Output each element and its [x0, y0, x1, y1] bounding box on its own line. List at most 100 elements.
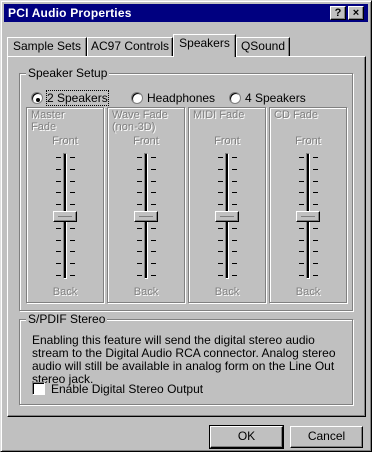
fader-tick	[137, 180, 142, 182]
fader-title-line: Master	[31, 109, 65, 121]
fader-tick	[218, 192, 223, 194]
tab-qsound[interactable]: QSound	[236, 37, 290, 57]
fader-title: Wave Fade (non-3D)	[112, 109, 168, 133]
fader-tick	[232, 227, 237, 229]
fader-tick	[232, 168, 237, 170]
fader-tick	[70, 263, 75, 265]
wave-fade-slider[interactable]	[134, 210, 158, 222]
help-button[interactable]: ?	[330, 6, 346, 20]
fader-tick	[151, 204, 156, 206]
fader-title: MIDI Fade	[193, 109, 244, 121]
spdif-label: S/PDIF Stereo	[26, 312, 108, 326]
fader-tick	[56, 251, 61, 253]
cd-fade-box: CD Fade Front Back	[269, 107, 347, 303]
fader-tick	[232, 251, 237, 253]
fader-tick	[299, 192, 304, 194]
fader-tick	[56, 263, 61, 265]
fader-tick	[299, 180, 304, 182]
fader-tick	[137, 263, 142, 265]
fader-tick	[232, 180, 237, 182]
fader-tick	[299, 227, 304, 229]
master-fade-box: Master Fade Front Back	[26, 107, 104, 303]
radio-label: 4 Speakers	[245, 91, 306, 105]
fader-tick	[313, 168, 318, 170]
midi-fade-box: MIDI Fade Front Back	[188, 107, 266, 303]
radio-circle	[31, 92, 43, 104]
fader-tick	[137, 168, 142, 170]
speaker-setup-group: Speaker Setup 2 Speakers Headphones 4 Sp…	[19, 66, 353, 311]
fader-tick	[137, 275, 142, 276]
fader-front-label: Front	[133, 135, 159, 147]
tab-ac97-controls[interactable]: AC97 Controls	[87, 37, 173, 57]
speaker-setup-label: Speaker Setup	[26, 66, 110, 80]
fader-tick	[313, 251, 318, 253]
fader-back-label: Back	[52, 286, 78, 298]
fader-tick	[56, 168, 61, 170]
cd-fade-slider[interactable]	[296, 210, 320, 222]
fader-tick	[313, 180, 318, 182]
fader-tick	[137, 239, 142, 241]
fader-tick	[151, 168, 156, 170]
wave-fade-box: Wave Fade (non-3D) Front Back	[107, 107, 185, 303]
master-fade-slider[interactable]	[53, 210, 77, 222]
spdif-description: Enabling this feature will send the digi…	[32, 333, 336, 386]
fader-tick	[137, 157, 142, 158]
fader-tick	[70, 204, 75, 206]
ok-button[interactable]: OK	[209, 425, 284, 449]
fader-tick	[70, 251, 75, 253]
fader-tick	[218, 204, 223, 206]
fader-tick	[299, 275, 304, 276]
fader-tick	[218, 263, 223, 265]
fader-tick	[299, 239, 304, 241]
fader-tick	[218, 251, 223, 253]
title-bar: PCI Audio Properties ? ×	[4, 4, 368, 22]
fader-tick	[137, 227, 142, 229]
fader-tick	[313, 227, 318, 229]
tab-speakers-label: Speakers	[179, 36, 230, 50]
checkbox-box	[32, 382, 45, 395]
fader-tick	[70, 239, 75, 241]
fader-tick	[70, 157, 75, 158]
fader-tick	[218, 157, 223, 158]
close-button[interactable]: ×	[348, 6, 364, 20]
fader-front-label: Front	[214, 135, 240, 147]
tab-sample-sets[interactable]: Sample Sets	[7, 37, 87, 57]
fader-front-label: Front	[295, 135, 321, 147]
fader-tick	[56, 192, 61, 194]
radio-label: 2 Speakers	[46, 90, 109, 106]
fader-tick	[299, 263, 304, 265]
fader-tick	[313, 157, 318, 158]
fader-tick	[218, 227, 223, 229]
fader-tick	[151, 275, 156, 276]
fader-tick	[151, 192, 156, 194]
tab-speakers[interactable]: Speakers	[173, 34, 236, 57]
radio-circle	[131, 92, 143, 104]
fader-front-label: Front	[52, 135, 78, 147]
window-title: PCI Audio Properties	[8, 6, 132, 20]
fader-tick	[232, 204, 237, 206]
cancel-button[interactable]: Cancel	[290, 426, 363, 448]
speakers-panel: Speaker Setup 2 Speakers Headphones 4 Sp…	[7, 56, 366, 417]
radio-selected-dot	[36, 98, 40, 102]
fader-tick	[56, 204, 61, 206]
fader-tick	[56, 275, 61, 276]
checkbox-label: Enable Digital Stereo Output	[51, 382, 204, 396]
fader-tick	[137, 251, 142, 253]
fader-title-line: (non-3D)	[112, 121, 156, 133]
fader-tick	[151, 227, 156, 229]
fader-tick	[70, 192, 75, 194]
fader-tick	[218, 275, 223, 276]
midi-fade-slider[interactable]	[215, 210, 239, 222]
fader-tick	[70, 227, 75, 229]
fader-tick	[151, 251, 156, 253]
fader-tick	[70, 275, 75, 276]
fader-tick	[218, 180, 223, 182]
fader-tick	[313, 275, 318, 276]
fader-tick	[299, 168, 304, 170]
fader-tick	[232, 263, 237, 265]
fader-tick	[313, 192, 318, 194]
radio-circle	[229, 92, 241, 104]
fader-tick	[56, 239, 61, 241]
fader-tick	[232, 239, 237, 241]
fader-title: CD Fade	[274, 109, 318, 121]
